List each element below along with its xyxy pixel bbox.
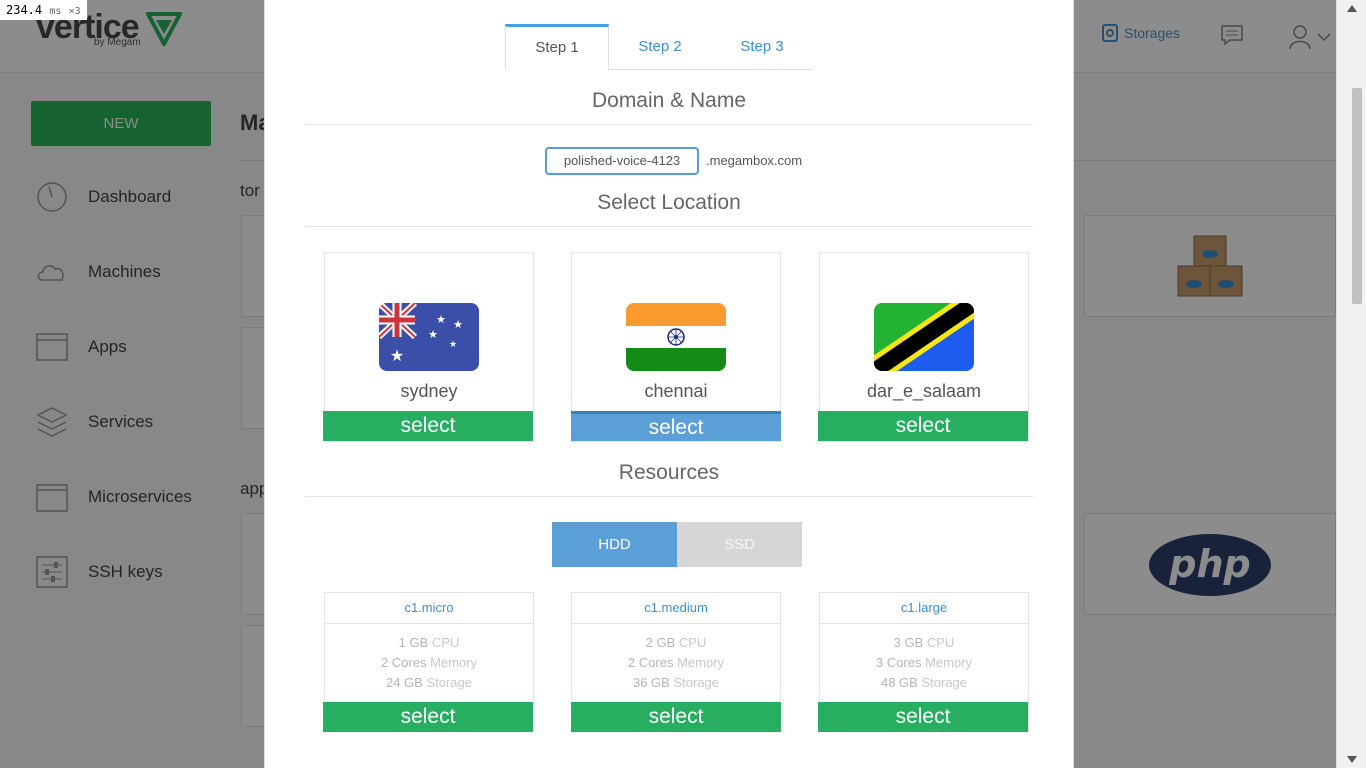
select-location-chennai-button[interactable]: select — [571, 411, 781, 441]
select-location-sydney-button[interactable]: select — [323, 411, 533, 441]
location-section-title: Select Location — [597, 191, 741, 214]
svg-text:★: ★ — [453, 318, 463, 331]
plan-storage-value: 36 GB — [632, 675, 670, 690]
plan-cpu-label: CPU — [431, 635, 460, 650]
plan-cpu: 1 GB CPU — [325, 633, 533, 653]
plan-memory: 2 Cores Memory — [325, 653, 533, 673]
create-modal: Step 1 Step 2 Step 3 Domain & Name polis… — [264, 0, 1074, 768]
perf-value: 234.4 — [6, 3, 43, 17]
plan-cpu-label: CPU — [678, 635, 707, 650]
select-plan-c1-micro-button[interactable]: select — [323, 702, 533, 732]
plan-cpu-value: 3 GB — [893, 635, 924, 650]
plan-cpu-value: 1 GB — [398, 635, 429, 650]
divider — [305, 496, 1033, 497]
location-name: chennai — [644, 381, 708, 401]
plan-storage: 36 GB Storage — [572, 673, 780, 693]
domain-section-title: Domain & Name — [591, 89, 747, 112]
plan-storage: 24 GB Storage — [325, 673, 533, 693]
plan-storage: 48 GB Storage — [820, 673, 1028, 693]
plan-storage-label: Storage — [673, 675, 720, 690]
step-tabs: Step 1 Step 2 Step 3 — [505, 24, 813, 70]
location-name: dar_e_salaam — [866, 381, 982, 401]
svg-text:★: ★ — [449, 340, 457, 350]
storage-type-ssd-button[interactable]: SSD — [677, 522, 802, 567]
location-name: sydney — [400, 381, 458, 401]
plan-memory-label: Memory — [925, 655, 973, 670]
scroll-down-icon[interactable] — [1347, 756, 1357, 764]
plan-memory: 3 Cores Memory — [820, 653, 1028, 673]
plan-memory-value: 2 Cores — [627, 655, 674, 670]
plan-storage-value: 48 GB — [880, 675, 918, 690]
plan-cpu: 2 GB CPU — [572, 633, 780, 653]
divider — [305, 226, 1033, 227]
name-input[interactable]: polished-voice-4123 — [545, 147, 699, 175]
plan-storage-label: Storage — [426, 675, 473, 690]
plan-memory-label: Memory — [430, 655, 478, 670]
australia-flag-icon: ★ ★ ★ ★ ★ — [379, 303, 479, 371]
tab-step-3[interactable]: Step 3 — [711, 24, 813, 69]
divider — [305, 124, 1033, 125]
svg-text:★: ★ — [436, 313, 446, 326]
svg-text:★: ★ — [428, 328, 438, 341]
tab-step-2[interactable]: Step 2 — [609, 24, 711, 69]
plan-memory-value: 2 Cores — [380, 655, 427, 670]
domain-suffix: .megambox.com — [706, 153, 803, 168]
select-plan-c1-medium-button[interactable]: select — [571, 702, 781, 732]
perf-unit: ms — [49, 6, 62, 17]
resources-section-title: Resources — [618, 461, 720, 484]
plan-memory-label: Memory — [677, 655, 725, 670]
scroll-up-icon[interactable] — [1347, 4, 1357, 12]
plan-name: c1.large — [820, 593, 1028, 624]
svg-text:★: ★ — [390, 346, 404, 365]
india-flag-icon — [626, 303, 726, 371]
tab-step-1[interactable]: Step 1 — [505, 24, 609, 70]
plan-storage-label: Storage — [921, 675, 968, 690]
plan-cpu-label: CPU — [926, 635, 955, 650]
plan-name: c1.medium — [572, 593, 780, 624]
select-plan-c1-large-button[interactable]: select — [818, 702, 1028, 732]
plan-cpu-value: 2 GB — [645, 635, 676, 650]
storage-type-hdd-button[interactable]: HDD — [552, 522, 677, 567]
perf-counter: 234.4 ms ×3 — [0, 0, 87, 20]
select-location-dar-e-salaam-button[interactable]: select — [818, 411, 1028, 441]
plan-memory: 2 Cores Memory — [572, 653, 780, 673]
tanzania-flag-icon — [874, 303, 974, 371]
scroll-thumb[interactable] — [1352, 88, 1362, 304]
plan-cpu: 3 GB CPU — [820, 633, 1028, 653]
plan-memory-value: 3 Cores — [875, 655, 922, 670]
plan-name: c1.micro — [325, 593, 533, 624]
perf-multiplier: ×3 — [68, 6, 81, 17]
plan-storage-value: 24 GB — [385, 675, 423, 690]
